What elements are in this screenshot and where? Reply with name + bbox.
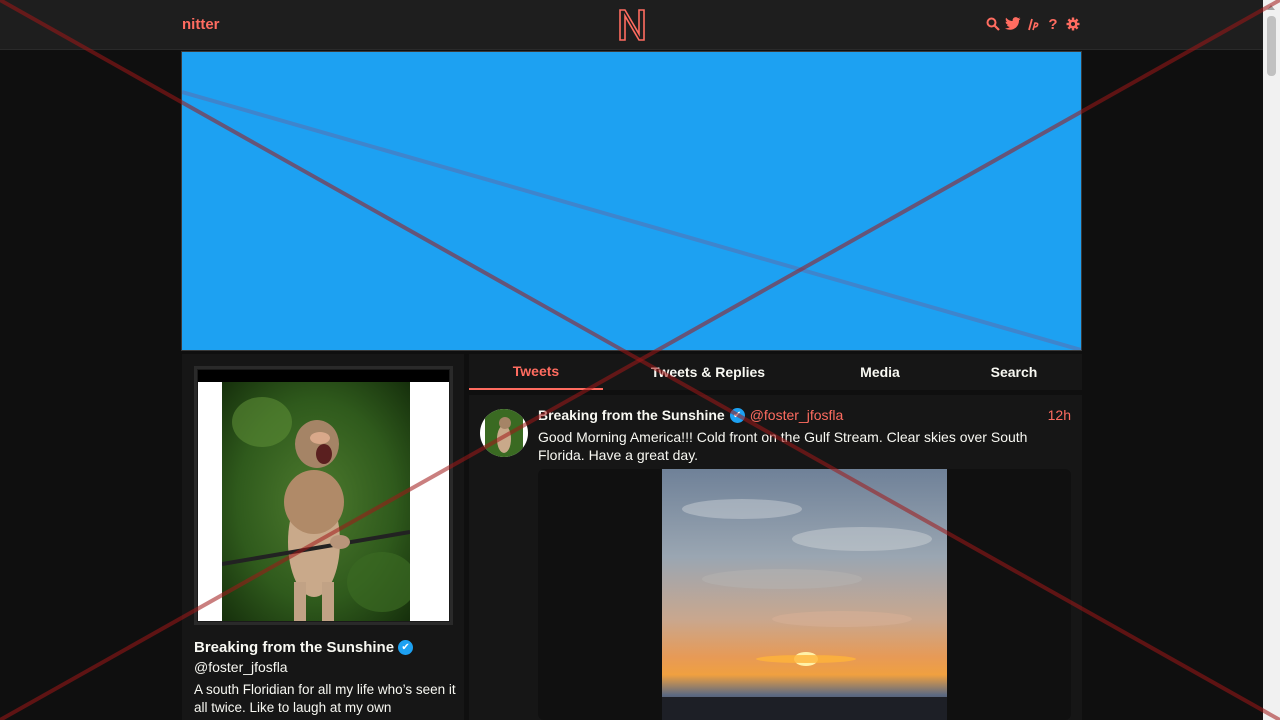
nitter-home-link[interactable]: nitter <box>182 16 220 33</box>
navbar: nitter ? <box>0 0 1263 50</box>
profile-banner[interactable] <box>181 51 1082 351</box>
sunset-photo[interactable] <box>662 469 947 720</box>
profile-handle[interactable]: @foster_jfosfla <box>194 659 288 675</box>
profile-fullname[interactable]: Breaking from the Sunshine ✔ <box>194 639 414 656</box>
tab-media[interactable]: Media <box>813 354 947 390</box>
nav-icons: ? <box>985 16 1081 33</box>
scroll-up-arrow-icon[interactable] <box>1267 5 1275 10</box>
search-icon[interactable] <box>985 16 1001 32</box>
verified-icon: ✔ <box>398 640 414 655</box>
scrollbar-thumb[interactable] <box>1267 16 1276 76</box>
profile-bio: A south Floridian for all my life who’s … <box>194 682 456 715</box>
tweet-header: Breaking from the Sunshine ✔ @foster_jfo… <box>538 407 843 423</box>
timeline-tabs: Tweets Tweets & Replies Media Search <box>469 354 1082 390</box>
profile-fullname-text[interactable]: Breaking from the Sunshine <box>194 639 394 656</box>
tweet-fullname[interactable]: Breaking from the Sunshine <box>538 407 725 423</box>
tab-tweets[interactable]: Tweets <box>469 354 603 390</box>
tweet-date[interactable]: 12h <box>1048 407 1071 423</box>
timeline: Breaking from the Sunshine ✔ @foster_jfo… <box>469 395 1082 720</box>
tab-tweets-replies[interactable]: Tweets & Replies <box>603 354 813 390</box>
tweet-attachments <box>538 469 1071 720</box>
monkey-photo <box>222 382 410 621</box>
settings-icon[interactable] <box>1065 16 1081 32</box>
page-scrollbar[interactable] <box>1263 0 1280 720</box>
profile-card: Breaking from the Sunshine ✔ @foster_jfo… <box>182 354 464 720</box>
help-icon[interactable]: ? <box>1045 16 1061 33</box>
profile-avatar[interactable] <box>194 366 453 625</box>
verified-icon: ✔ <box>729 407 745 423</box>
twitter-icon[interactable] <box>1005 16 1021 32</box>
tweet-avatar[interactable] <box>480 409 528 457</box>
nitter-logo-icon[interactable] <box>618 8 646 42</box>
tweet-text: Good Morning America!!! Cold front on th… <box>538 429 1028 463</box>
rss-icon[interactable] <box>1025 16 1041 32</box>
tweet-username[interactable]: @foster_jfosfla <box>750 407 844 423</box>
tab-search[interactable]: Search <box>947 354 1081 390</box>
